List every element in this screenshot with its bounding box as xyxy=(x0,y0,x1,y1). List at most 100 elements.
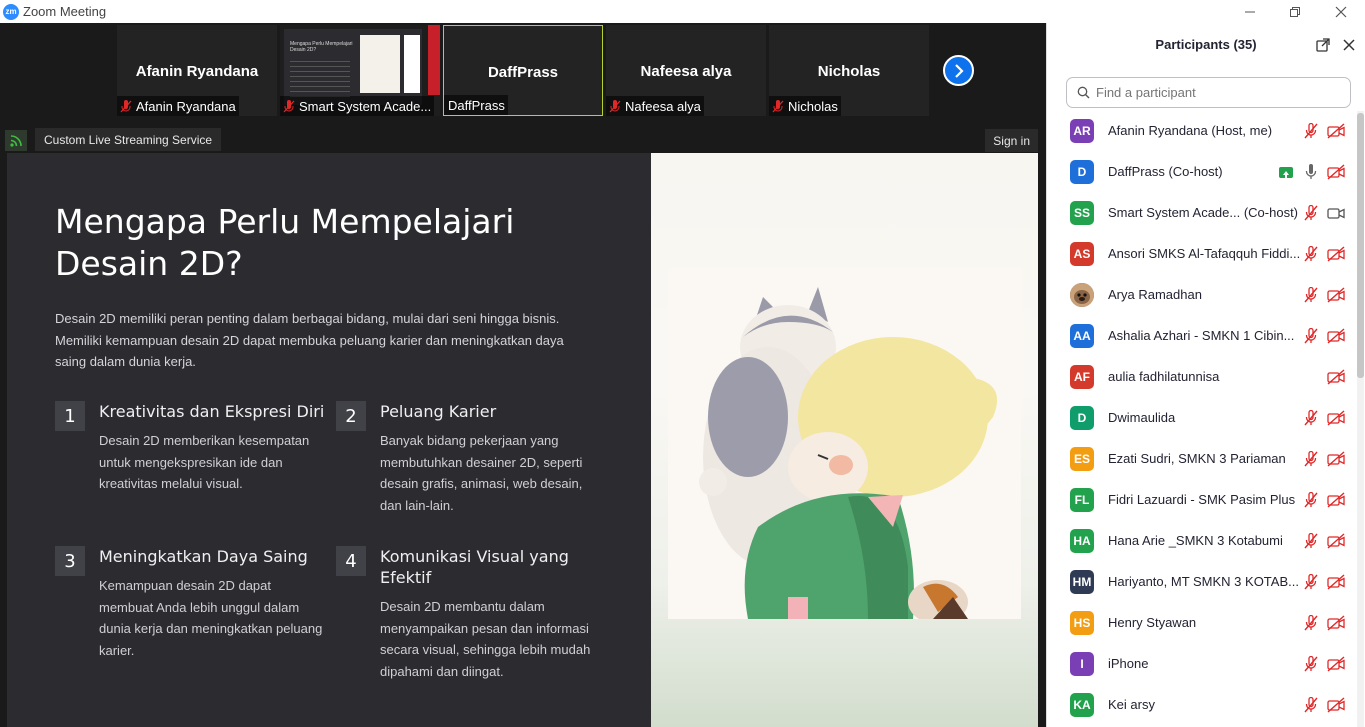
thumbnail-title: Mengapa Perlu Mempelajari Desain 2D? xyxy=(290,41,353,53)
mic-muted-icon[interactable] xyxy=(1303,532,1319,549)
shared-screen: Mengapa Perlu Mempelajari Desain 2D? Des… xyxy=(7,153,1038,727)
participant-row[interactable]: D DaffPrass (Co-host) xyxy=(1047,152,1354,193)
video-tile-active-speaker[interactable]: DaffPrass DaffPrass xyxy=(443,25,603,116)
pop-out-button[interactable] xyxy=(1315,37,1331,53)
participant-row[interactable]: AF aulia fadhilatunnisa xyxy=(1047,357,1354,398)
mic-icon[interactable] xyxy=(1303,164,1319,180)
participant-name: Kei arsy xyxy=(1108,697,1155,712)
custom-live-streaming-label[interactable]: Custom Live Streaming Service xyxy=(35,128,222,151)
video-off-icon[interactable] xyxy=(1327,369,1345,385)
video-tile[interactable]: Afanin Ryandana Afanin Ryandana xyxy=(117,25,277,116)
participant-row[interactable]: AS Ansori SMKS Al-Tafaqquh Fiddi... xyxy=(1047,234,1354,275)
participant-row[interactable]: IiPhone xyxy=(1047,644,1354,685)
minimize-icon xyxy=(1245,11,1255,12)
video-tile[interactable]: Nafeesa alya Nafeesa alya xyxy=(606,25,766,116)
point-number: 3 xyxy=(55,546,85,576)
avatar-photo xyxy=(1070,283,1094,307)
participant-row[interactable]: D Dwimaulida xyxy=(1047,398,1354,439)
mic-muted-icon[interactable] xyxy=(1303,573,1319,590)
participant-row[interactable]: Arya Ramadhan xyxy=(1047,275,1354,316)
tile-display-name: DaffPrass xyxy=(487,64,559,81)
mic-muted-icon[interactable] xyxy=(1303,204,1319,221)
video-tile[interactable]: Mengapa Perlu Mempelajari Desain 2D? Sma… xyxy=(280,25,440,116)
shared-screen-thumbnail: Mengapa Perlu Mempelajari Desain 2D? xyxy=(284,29,422,105)
participant-name: Ashalia Azhari - SMKN 1 Cibin... xyxy=(1108,328,1295,343)
point-number: 2 xyxy=(336,401,366,431)
mic-muted-icon[interactable] xyxy=(1303,450,1319,467)
video-off-icon[interactable] xyxy=(1327,123,1345,139)
slide-text-area: Mengapa Perlu Mempelajari Desain 2D? Des… xyxy=(7,153,651,727)
mic-muted-icon[interactable] xyxy=(1303,245,1319,262)
participant-list: AR Afanin Ryandana (Host, me) D DaffPrass (… xyxy=(1047,111,1354,727)
avatar: AF xyxy=(1070,365,1094,389)
video-off-icon[interactable] xyxy=(1327,492,1345,508)
point-number: 1 xyxy=(55,401,85,431)
point-heading: Komunikasi Visual yang Efektif xyxy=(380,547,569,587)
video-off-icon[interactable] xyxy=(1327,451,1345,467)
participant-row[interactable]: AR Afanin Ryandana (Host, me) xyxy=(1047,111,1354,152)
point-number: 4 xyxy=(336,546,366,576)
participant-name: Ezati Sudri, SMKN 3 Pariaman xyxy=(1108,451,1286,466)
mic-muted-icon xyxy=(120,99,132,113)
participant-row[interactable]: AA Ashalia Azhari - SMKN 1 Cibin... xyxy=(1047,316,1354,357)
video-off-icon[interactable] xyxy=(1327,615,1345,631)
tile-name-tag: Nafeesa alya xyxy=(606,96,704,116)
participant-row[interactable]: ES Ezati Sudri, SMKN 3 Pariaman xyxy=(1047,439,1354,480)
video-tile[interactable]: Nicholas Nicholas xyxy=(769,25,929,116)
participant-row[interactable]: FL Fidri Lazuardi - SMK Pasim Plus xyxy=(1047,480,1354,521)
video-off-icon[interactable] xyxy=(1327,574,1345,590)
video-icon[interactable] xyxy=(1327,205,1345,221)
video-off-icon[interactable] xyxy=(1327,246,1345,262)
participant-name: aulia fadhilatunnisa xyxy=(1108,369,1220,384)
video-off-icon[interactable] xyxy=(1327,533,1345,549)
participant-row[interactable]: KA Kei arsy xyxy=(1047,685,1354,726)
tile-display-name: Nafeesa alya xyxy=(640,63,732,80)
point-description: Desain 2D memberikan kesempatan untuk me… xyxy=(99,433,310,491)
mic-muted-icon[interactable] xyxy=(1303,122,1319,139)
video-gallery-strip: Afanin Ryandana Afanin Ryandana Mengapa … xyxy=(0,23,1046,126)
participant-search-box[interactable] xyxy=(1066,77,1351,108)
slide-title: Mengapa Perlu Mempelajari Desain 2D? xyxy=(55,202,515,283)
avatar: SS xyxy=(1070,201,1094,225)
participant-row[interactable]: HS Henry Styawan xyxy=(1047,603,1354,644)
video-off-icon[interactable] xyxy=(1327,287,1345,303)
restore-button[interactable] xyxy=(1272,0,1318,23)
live-stream-status-button[interactable] xyxy=(5,130,27,151)
illustration-girl-hugging-cat xyxy=(668,267,1021,619)
participant-name: Hana Arie _SMKN 3 Kotabumi xyxy=(1108,533,1283,548)
tile-display-name: Nicholas xyxy=(817,63,881,80)
avatar: HM xyxy=(1070,570,1094,594)
video-off-icon[interactable] xyxy=(1327,656,1345,672)
participant-row[interactable]: HM Hariyanto, MT SMKN 3 KOTAB... xyxy=(1047,562,1354,603)
minimize-button[interactable] xyxy=(1227,0,1273,23)
participant-name: DaffPrass (Co-host) xyxy=(1108,164,1223,179)
title-bar: zm Zoom Meeting xyxy=(0,0,1365,23)
scrollbar-thumb[interactable] xyxy=(1357,113,1364,378)
mic-muted-icon[interactable] xyxy=(1303,491,1319,508)
close-panel-button[interactable] xyxy=(1341,37,1357,53)
mic-muted-icon[interactable] xyxy=(1303,409,1319,426)
next-page-button[interactable] xyxy=(943,55,974,86)
video-off-icon[interactable] xyxy=(1327,328,1345,344)
participant-name: Henry Styawan xyxy=(1108,615,1197,630)
mic-muted-icon[interactable] xyxy=(1303,286,1319,303)
tile-name-tag: DaffPrass xyxy=(444,95,508,115)
mic-muted-icon[interactable] xyxy=(1303,614,1319,631)
point-heading: Peluang Karier xyxy=(380,402,497,421)
avatar: I xyxy=(1070,652,1094,676)
close-window-button[interactable] xyxy=(1318,0,1364,23)
sign-in-button[interactable]: Sign in xyxy=(985,129,1038,152)
mic-muted-icon[interactable] xyxy=(1303,696,1319,713)
chevron-right-icon xyxy=(954,63,964,78)
video-off-icon[interactable] xyxy=(1327,410,1345,426)
mic-muted-icon[interactable] xyxy=(1303,655,1319,672)
tile-display-name: Afanin Ryandana xyxy=(135,63,259,80)
participant-row[interactable]: HA Hana Arie _SMKN 3 Kotabumi xyxy=(1047,521,1354,562)
video-off-icon[interactable] xyxy=(1327,697,1345,713)
participant-search-input[interactable] xyxy=(1096,85,1336,100)
avatar: KA xyxy=(1070,693,1094,717)
participant-row[interactable]: SS Smart System Acade... (Co-host) xyxy=(1047,193,1354,234)
tile-label: Nicholas xyxy=(788,98,838,114)
video-off-icon[interactable] xyxy=(1327,164,1345,180)
mic-muted-icon[interactable] xyxy=(1303,327,1319,344)
